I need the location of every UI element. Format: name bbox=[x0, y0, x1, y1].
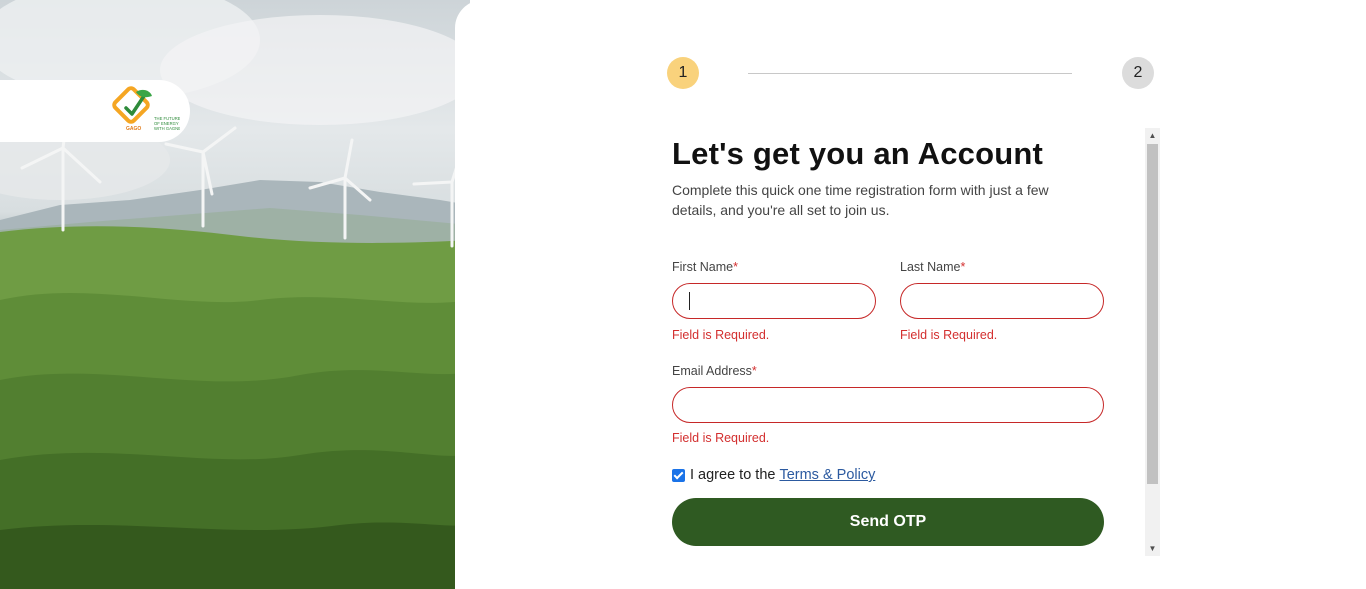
page-subtitle: Complete this quick one time registratio… bbox=[672, 182, 1049, 218]
required-asterisk: * bbox=[733, 260, 738, 274]
email-input[interactable] bbox=[673, 388, 1103, 422]
required-asterisk: * bbox=[960, 260, 966, 274]
terms-policy-link[interactable]: Terms & Policy bbox=[779, 467, 875, 483]
checkbox-checked-icon[interactable] bbox=[672, 468, 685, 482]
form-scrollbar[interactable]: ▲ ▼ bbox=[1145, 128, 1160, 556]
first-name-error: Field is Required. bbox=[672, 328, 770, 342]
triangle-up-icon[interactable]: ▲ bbox=[1145, 128, 1160, 143]
logo-wordmark: GAGO bbox=[126, 126, 141, 132]
triangle-down-icon[interactable]: ▼ bbox=[1145, 541, 1160, 556]
first-name-field[interactable] bbox=[672, 283, 876, 319]
step-1-indicator: 1 bbox=[667, 57, 699, 89]
scrollbar-thumb[interactable] bbox=[1147, 144, 1158, 484]
last-name-label: Last Name* bbox=[900, 260, 966, 274]
brand-logo[interactable]: THE FUTURE OF ENERGY WITH GAGNE GAGO bbox=[110, 86, 180, 138]
page-title: Let's get you an Account bbox=[672, 136, 1044, 171]
step-connector bbox=[748, 73, 1072, 74]
email-label: Email Address* bbox=[672, 364, 757, 378]
send-otp-button[interactable]: Send OTP bbox=[672, 498, 1104, 546]
last-name-field[interactable] bbox=[900, 283, 1104, 319]
agree-text: I agree to the bbox=[690, 467, 776, 483]
first-name-label: First Name* bbox=[672, 260, 738, 274]
required-asterisk: * bbox=[751, 364, 757, 378]
text-cursor bbox=[689, 292, 690, 310]
last-name-input[interactable] bbox=[901, 284, 1103, 318]
first-name-input[interactable] bbox=[673, 284, 875, 318]
step-2-indicator: 2 bbox=[1122, 57, 1154, 89]
terms-agreement: I agree to the Terms & Policy bbox=[672, 467, 875, 483]
last-name-error: Field is Required. bbox=[900, 328, 998, 342]
svg-text:WITH GAGNE: WITH GAGNE bbox=[154, 126, 180, 131]
email-field[interactable] bbox=[672, 387, 1104, 423]
email-error: Field is Required. bbox=[672, 431, 770, 445]
